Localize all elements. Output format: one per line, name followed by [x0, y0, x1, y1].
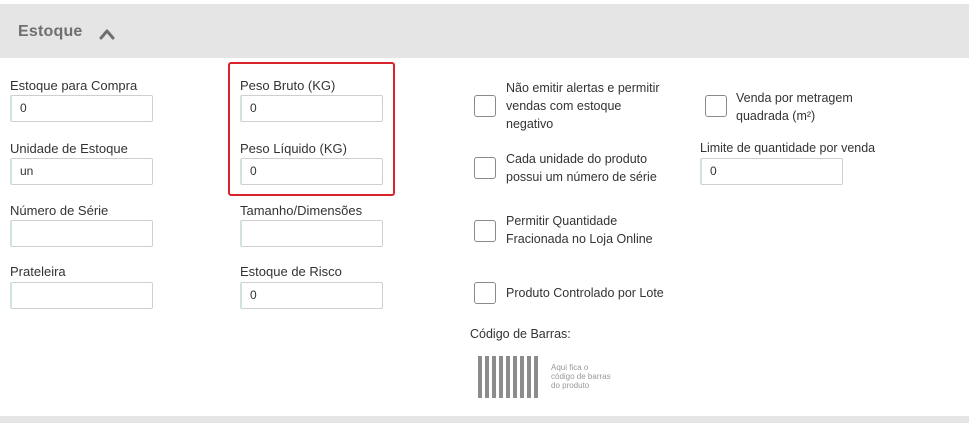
- nao-emitir-line-1: Não emitir alertas e permitir: [506, 81, 660, 95]
- fracionada-line-1: Permitir Quantidade: [506, 214, 618, 228]
- numero-serie-check-label: Cada unidade do produto possui um número…: [506, 150, 657, 186]
- barcode-bar: [513, 356, 517, 398]
- controlado-lote-label: Produto Controlado por Lote: [506, 286, 664, 300]
- estoque-compra-label: Estoque para Compra: [10, 78, 138, 93]
- venda-metragem-label: Venda por metragem quadrada (m²): [736, 89, 853, 125]
- serie-line-1: Cada unidade do produto: [506, 152, 648, 166]
- nao-emitir-alertas-checkbox[interactable]: [474, 95, 496, 117]
- barcode-hint-line-2: código de barras: [551, 372, 611, 381]
- limite-quantidade-label: Limite de quantidade por venda: [700, 141, 876, 155]
- peso-bruto-input[interactable]: 0: [240, 95, 383, 122]
- barcode-bar: [527, 356, 531, 398]
- numero-serie-label: Número de Série: [10, 203, 109, 218]
- peso-liquido-label: Peso Líquido (KG): [240, 141, 347, 156]
- nao-emitir-line-2: vendas com estoque: [506, 99, 622, 113]
- numero-serie-input[interactable]: [10, 220, 153, 247]
- unidade-estoque-label: Unidade de Estoque: [10, 141, 128, 156]
- barcode-bar: [534, 356, 538, 398]
- numero-serie-checkbox[interactable]: [474, 157, 496, 179]
- barcode-bar: [478, 356, 482, 398]
- estoque-risco-label: Estoque de Risco: [240, 264, 342, 279]
- peso-bruto-label: Peso Bruto (KG): [240, 78, 336, 93]
- metragem-line-1: Venda por metragem: [736, 91, 853, 105]
- metragem-line-2: quadrada (m²): [736, 109, 816, 123]
- barcode-bar: [485, 356, 489, 398]
- bottom-divider: [0, 416, 969, 423]
- serie-line-2: possui um número de série: [506, 170, 657, 184]
- prateleira-label: Prateleira: [10, 264, 66, 279]
- prateleira-input[interactable]: [10, 282, 153, 309]
- barcode-bar: [499, 356, 503, 398]
- estoque-compra-input[interactable]: 0: [10, 95, 153, 122]
- tamanho-input[interactable]: [240, 220, 383, 247]
- section-header[interactable]: Estoque: [0, 4, 969, 58]
- section-title: Estoque: [18, 23, 83, 40]
- barcode-hint-line-3: do produto: [551, 381, 590, 390]
- barcode-placeholder: Aqui fica o código de barras do produto: [478, 356, 628, 400]
- peso-liquido-input[interactable]: 0: [240, 158, 383, 185]
- nao-emitir-alertas-label: Não emitir alertas e permitir vendas com…: [506, 79, 660, 133]
- unidade-estoque-input[interactable]: un: [10, 158, 153, 185]
- fracionada-line-2: Fracionada no Loja Online: [506, 232, 653, 246]
- barcode-hint: Aqui fica o código de barras do produto: [551, 363, 631, 390]
- quantidade-fracionada-label: Permitir Quantidade Fracionada no Loja O…: [506, 212, 653, 248]
- estoque-risco-input[interactable]: 0: [240, 282, 383, 309]
- limite-quantidade-input[interactable]: 0: [700, 158, 843, 185]
- nao-emitir-line-3: negativo: [506, 117, 554, 131]
- barcode-bar: [506, 356, 510, 398]
- quantidade-fracionada-checkbox[interactable]: [474, 220, 496, 242]
- controlado-lote-checkbox[interactable]: [474, 282, 496, 304]
- codigo-barras-label: Código de Barras:: [470, 327, 571, 341]
- barcode-bar: [520, 356, 524, 398]
- venda-metragem-checkbox[interactable]: [705, 95, 727, 117]
- barcode-hint-line-1: Aqui fica o: [551, 363, 589, 372]
- tamanho-label: Tamanho/Dimensões: [240, 203, 363, 218]
- chevron-up-icon[interactable]: [99, 28, 115, 40]
- barcode-bar: [492, 356, 496, 398]
